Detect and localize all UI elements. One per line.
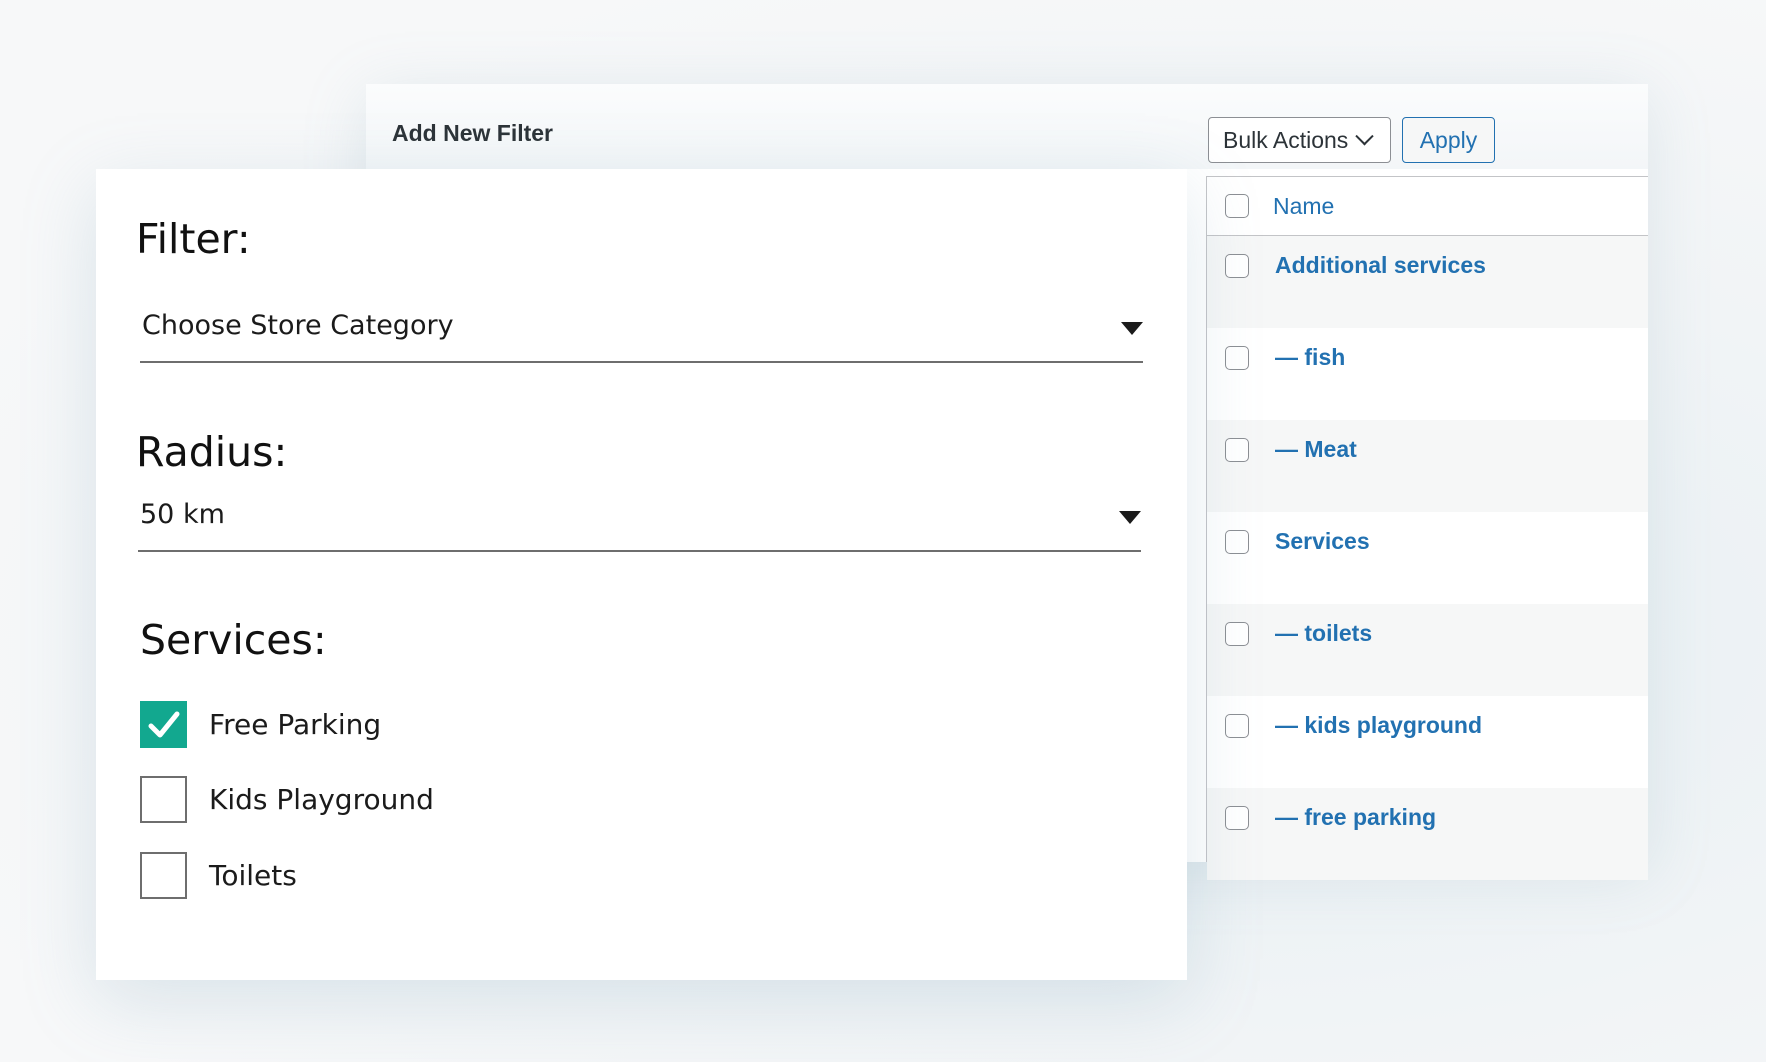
service-label: Free Parking [209,708,382,741]
table-row: Services [1207,512,1648,604]
service-option-free-parking[interactable]: Free Parking [140,701,381,748]
select-all-checkbox[interactable] [1225,194,1249,218]
term-link[interactable]: — toilets [1275,620,1372,647]
row-checkbox[interactable] [1225,438,1249,462]
table-header: Name [1207,177,1648,236]
service-checkbox[interactable] [140,852,187,899]
terms-table: Name Additional services — fish — Meat S… [1206,176,1648,880]
bulk-actions-select[interactable]: Bulk Actions [1208,117,1391,163]
row-checkbox[interactable] [1225,806,1249,830]
service-option-toilets[interactable]: Toilets [140,852,297,899]
table-row: — fish [1207,328,1648,420]
term-link[interactable]: — Meat [1275,436,1357,463]
row-checkbox[interactable] [1225,622,1249,646]
term-link[interactable]: — fish [1275,344,1345,371]
service-checkbox[interactable] [140,701,187,748]
service-label: Toilets [209,859,297,892]
term-link[interactable]: — kids playground [1275,712,1482,739]
store-category-value: Choose Store Category [142,310,454,341]
term-link[interactable]: Services [1275,528,1370,555]
table-row: — free parking [1207,788,1648,880]
chevron-down-icon [1355,126,1374,145]
term-link[interactable]: — free parking [1275,804,1436,831]
table-row: — Meat [1207,420,1648,512]
filter-label: Filter: [136,215,251,263]
radius-select[interactable]: 50 km [138,479,1141,552]
row-checkbox[interactable] [1225,346,1249,370]
checkmark-icon [148,711,179,737]
row-checkbox[interactable] [1225,254,1249,278]
caret-down-icon [1119,511,1141,524]
service-checkbox[interactable] [140,776,187,823]
radius-label: Radius: [136,428,288,476]
caret-down-icon [1121,322,1143,335]
column-header-name[interactable]: Name [1273,193,1334,220]
filter-card: Filter: Choose Store Category Radius: 50… [96,169,1187,980]
row-checkbox[interactable] [1225,530,1249,554]
radius-value: 50 km [140,499,225,530]
bulk-actions-label: Bulk Actions [1223,126,1349,153]
service-option-kids-playground[interactable]: Kids Playground [140,776,434,823]
row-checkbox[interactable] [1225,714,1249,738]
apply-button[interactable]: Apply [1402,117,1495,163]
table-row: — kids playground [1207,696,1648,788]
table-row: Additional services [1207,236,1648,328]
services-label: Services: [140,616,327,664]
table-row: — toilets [1207,604,1648,696]
store-category-select[interactable]: Choose Store Category [140,283,1143,363]
service-label: Kids Playground [209,783,434,816]
term-link[interactable]: Additional services [1275,252,1486,279]
page-title: Add New Filter [392,120,554,146]
